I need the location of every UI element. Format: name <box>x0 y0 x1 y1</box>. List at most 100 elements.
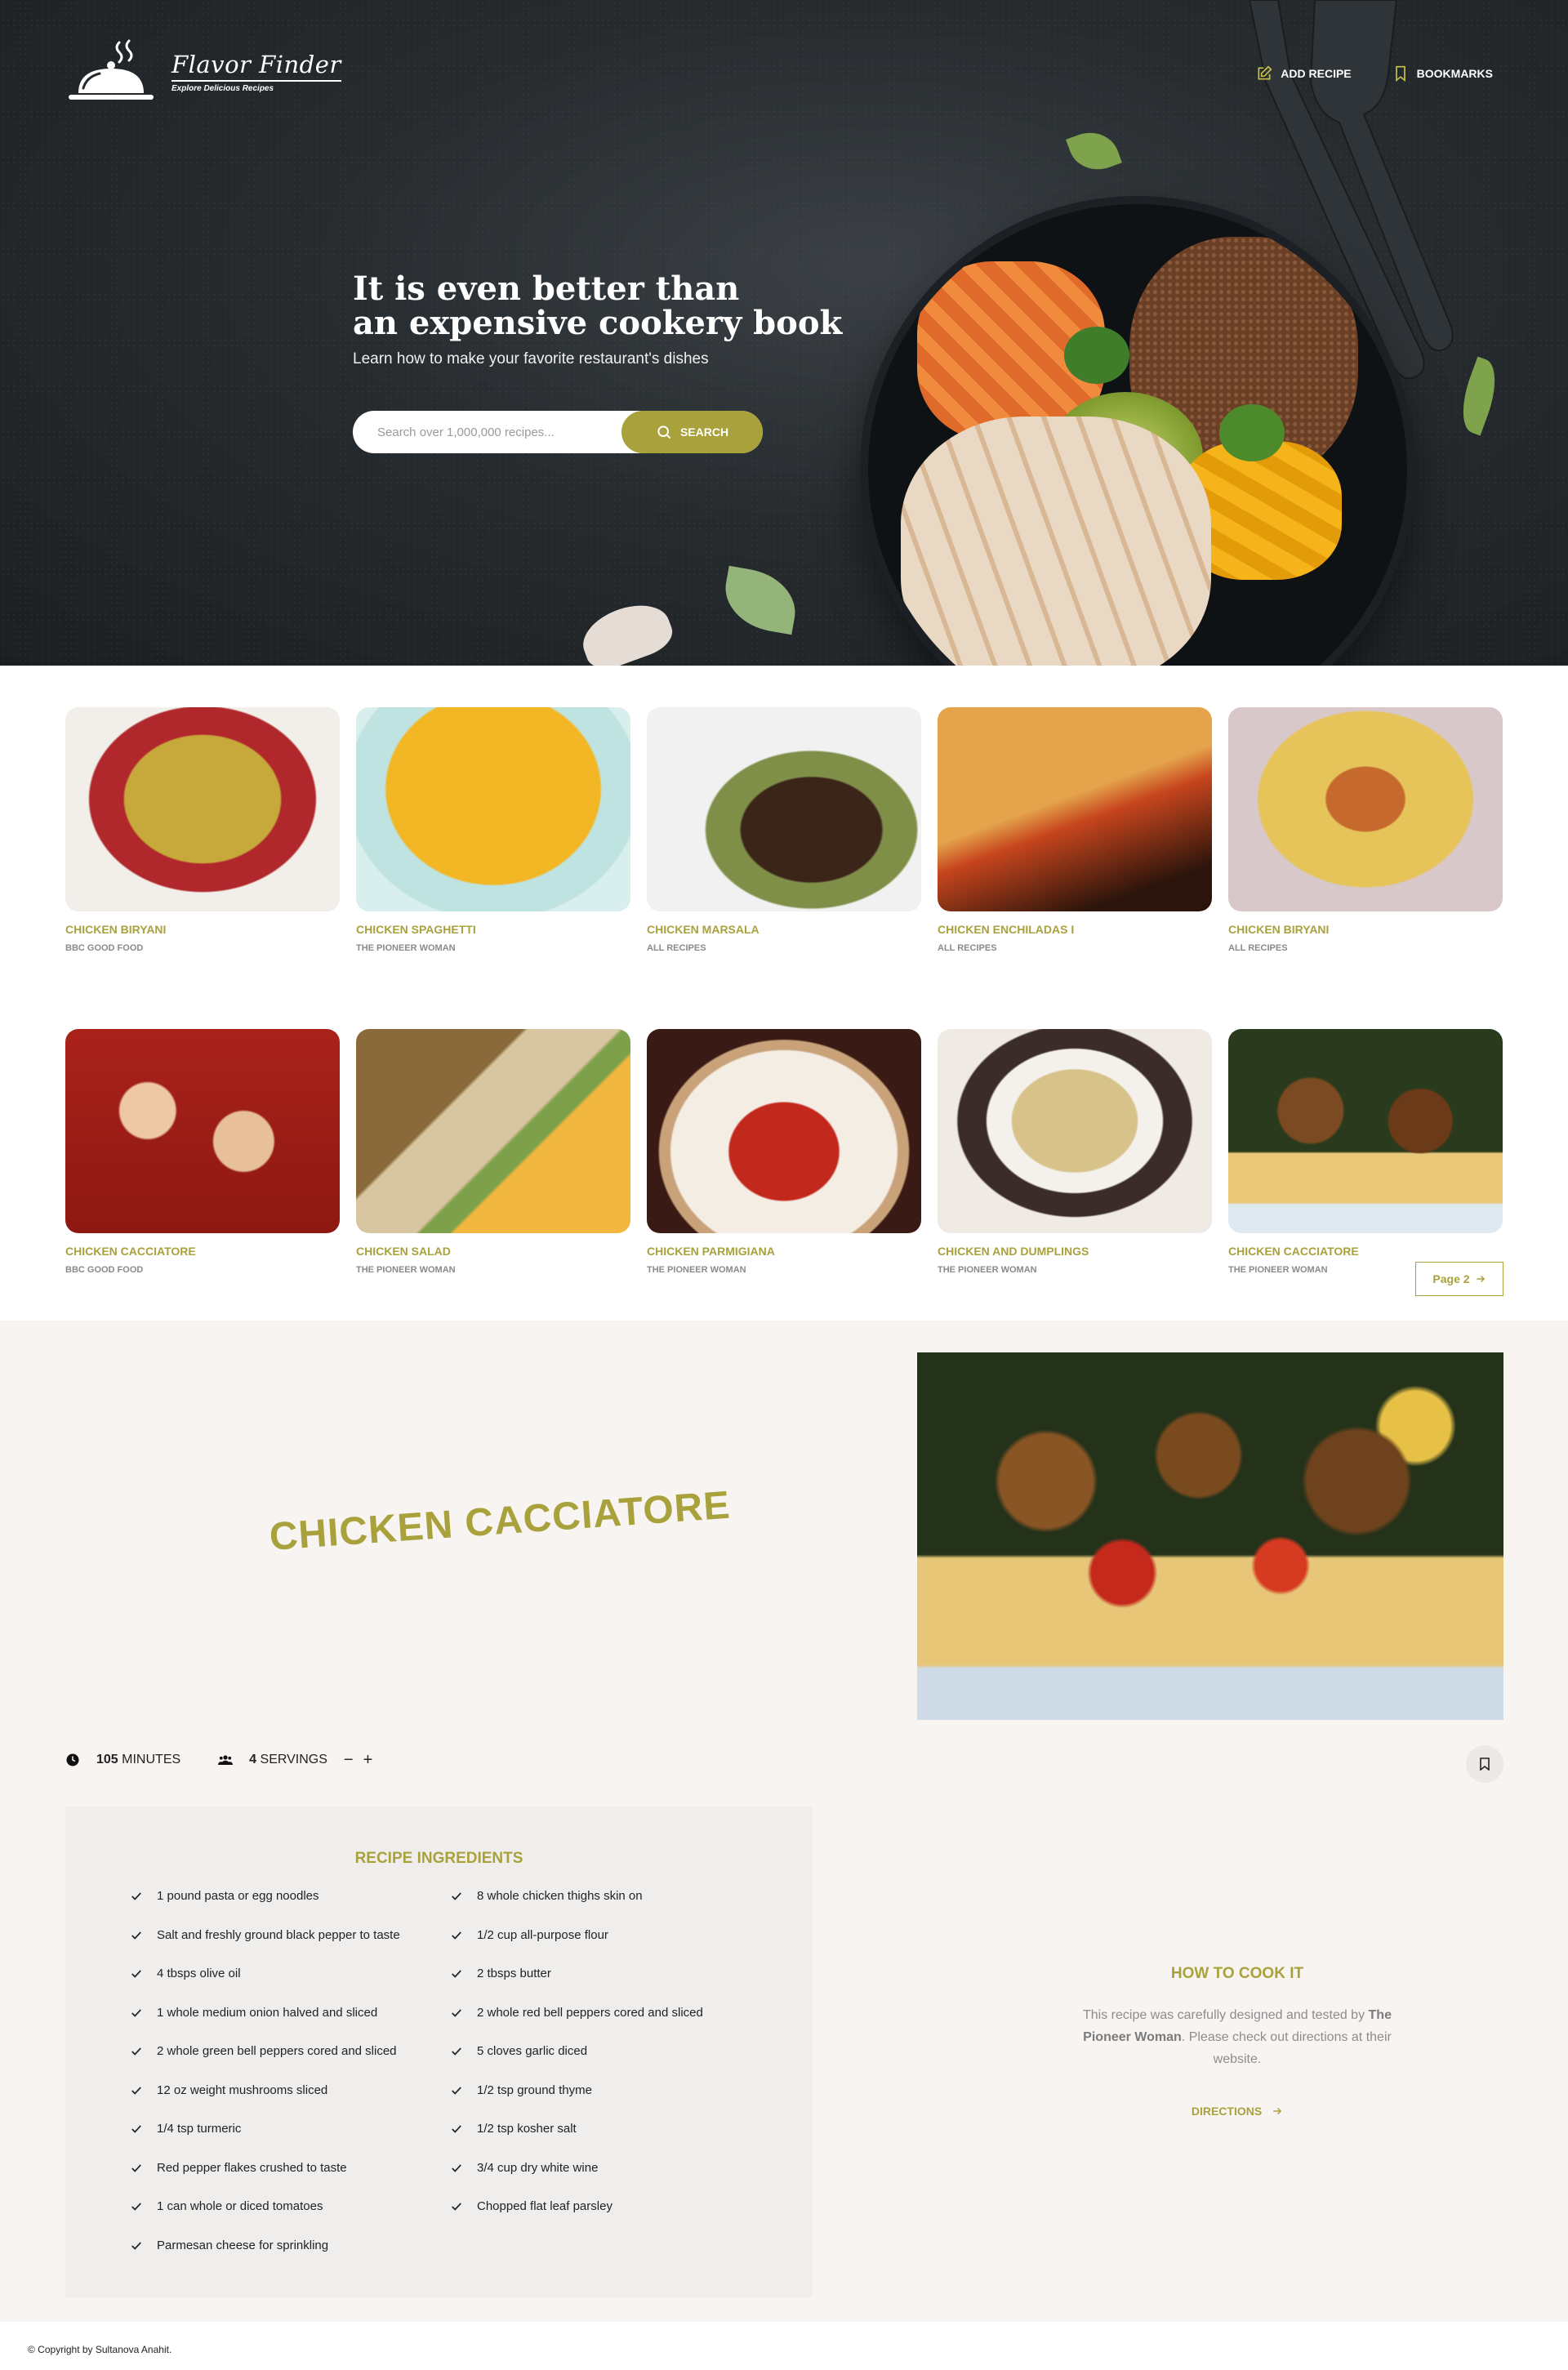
next-page-button[interactable]: Page 2 <box>1415 1262 1503 1296</box>
recipe-card[interactable]: CHICKEN ENCHILADAS I ALL RECIPES <box>938 707 1212 953</box>
search-form: SEARCH <box>353 411 763 453</box>
check-icon <box>131 2047 141 2056</box>
recipe-title: CHICKEN BIRYANI <box>1228 923 1330 936</box>
check-icon <box>131 2008 141 2017</box>
recipe-card[interactable]: CHICKEN SALAD THE PIONEER WOMAN <box>356 1029 630 1275</box>
search-input[interactable] <box>353 411 621 453</box>
increase-servings-button[interactable]: + <box>363 1752 373 1768</box>
ingredient-text: 2 whole green bell peppers cored and sli… <box>157 2044 397 2058</box>
clock-icon <box>66 1753 79 1766</box>
recipe-thumbnail <box>938 707 1212 911</box>
servings-unit: SERVINGS <box>260 1753 327 1766</box>
ingredient-text: 1 whole medium onion halved and sliced <box>157 2005 378 2020</box>
recipe-publisher: ALL RECIPES <box>647 943 706 953</box>
users-icon <box>218 1755 234 1765</box>
servings: 4 SERVINGS <box>218 1753 327 1767</box>
recipe-publisher: THE PIONEER WOMAN <box>356 943 456 953</box>
recipe-card[interactable]: CHICKEN CACCIATORE BBC GOOD FOOD <box>65 1029 340 1275</box>
ingredient-text: 1 can whole or diced tomatoes <box>157 2199 323 2213</box>
ingredients-title: RECIPE INGREDIENTS <box>354 1850 523 1867</box>
recipe-card[interactable]: CHICKEN BIRYANI BBC GOOD FOOD <box>65 707 340 953</box>
recipe-title: CHICKEN PARMIGIANA <box>647 1245 775 1258</box>
recipe-thumbnail <box>356 1029 630 1233</box>
ingredient-item: Chopped flat leaf parsley <box>451 2198 771 2238</box>
ingredient-item: 1/4 tsp turmeric <box>131 2121 451 2160</box>
recipe-detail-image <box>917 1352 1503 1720</box>
hero-banner: Flavor Finder Explore Delicious Recipes … <box>0 0 1568 666</box>
recipe-card[interactable]: CHICKEN SPAGHETTI THE PIONEER WOMAN <box>356 707 630 953</box>
recipe-title: CHICKEN AND DUMPLINGS <box>938 1245 1089 1258</box>
recipe-title: CHICKEN CACCIATORE <box>1228 1245 1359 1258</box>
recipe-publisher: ALL RECIPES <box>938 943 997 953</box>
ingredient-item: 1 whole medium onion halved and sliced <box>131 2005 451 2044</box>
search-button[interactable]: SEARCH <box>621 411 763 453</box>
check-icon <box>131 2241 141 2250</box>
recipe-thumbnail <box>356 707 630 911</box>
cook-time-unit: MINUTES <box>122 1753 181 1766</box>
check-icon <box>452 2086 461 2095</box>
check-icon <box>452 1931 461 1940</box>
brand-logo[interactable]: Flavor Finder Explore Delicious Recipes <box>64 38 341 108</box>
cloche-logo-icon <box>69 39 154 100</box>
directions-button[interactable]: DIRECTIONS <box>1192 2105 1283 2118</box>
ingredient-text: Parmesan cheese for sprinkling <box>157 2238 329 2252</box>
ingredient-text: 1/2 tsp kosher salt <box>477 2122 577 2136</box>
ingredient-item: Salt and freshly ground black pepper to … <box>131 1927 451 1967</box>
ingredient-item: 1/2 cup all-purpose flour <box>451 1927 771 1967</box>
ingredient-text: 12 oz weight mushrooms sliced <box>157 2083 328 2097</box>
recipe-thumbnail <box>65 1029 340 1233</box>
ingredient-item: 8 whole chicken thighs skin on <box>451 1888 771 1927</box>
add-recipe-label: ADD RECIPE <box>1281 67 1352 80</box>
recipe-title: CHICKEN MARSALA <box>647 923 760 936</box>
ingredient-item: 1/2 tsp kosher salt <box>451 2121 771 2160</box>
footer-copyright: © Copyright by Sultanova Anahit. <box>28 2344 172 2355</box>
ingredient-item: Parmesan cheese for sprinkling <box>131 2238 451 2277</box>
recipe-card[interactable]: CHICKEN BIRYANI ALL RECIPES <box>1228 707 1503 953</box>
how-to-cook-title: HOW TO COOK IT <box>1170 1965 1304 1982</box>
ingredient-item: 5 cloves garlic diced <box>451 2043 771 2083</box>
top-nav: ADD RECIPE BOOKMARKS <box>1256 65 1493 82</box>
recipe-thumbnail <box>938 1029 1212 1233</box>
ingredient-item: 12 oz weight mushrooms sliced <box>131 2083 451 2122</box>
recipe-card[interactable]: CHICKEN MARSALA ALL RECIPES <box>647 707 921 953</box>
recipe-publisher: ALL RECIPES <box>1228 943 1288 953</box>
hero-title-line-1: It is even better than <box>353 270 740 308</box>
check-icon <box>131 2203 141 2211</box>
ingredient-text: Chopped flat leaf parsley <box>477 2199 612 2213</box>
recipe-publisher: BBC GOOD FOOD <box>65 943 144 953</box>
recipe-publisher: THE PIONEER WOMAN <box>938 1265 1037 1275</box>
bookmark-icon <box>1395 65 1405 82</box>
recipe-card[interactable]: CHICKEN CACCIATORE THE PIONEER WOMAN <box>1228 1029 1503 1275</box>
hero-copy: It is even better than an expensive cook… <box>353 272 842 368</box>
recipe-title: CHICKEN ENCHILADAS I <box>938 923 1075 936</box>
next-page-label: Page 2 <box>1432 1272 1470 1285</box>
recipe-title: CHICKEN SALAD <box>356 1245 451 1258</box>
recipe-title: CHICKEN BIRYANI <box>65 923 167 936</box>
results-grid: CHICKEN BIRYANI BBC GOOD FOOD CHICKEN SP… <box>65 707 1503 1275</box>
directions-label: DIRECTIONS <box>1191 2105 1263 2118</box>
check-icon <box>131 1892 141 1900</box>
recipe-card[interactable]: CHICKEN PARMIGIANA THE PIONEER WOMAN <box>647 1029 921 1275</box>
cook-time-value: 105 <box>96 1753 118 1766</box>
ingredient-text: 2 whole red bell peppers cored and slice… <box>477 2005 703 2020</box>
how-to-cook-text: This recipe was carefully designed and t… <box>1062 2004 1413 2070</box>
check-icon <box>131 1931 141 1940</box>
decrease-servings-button[interactable]: − <box>344 1752 354 1768</box>
add-recipe-button[interactable]: ADD RECIPE <box>1256 65 1352 82</box>
recipe-thumbnail <box>647 1029 921 1233</box>
check-icon <box>452 2125 461 2133</box>
arrow-right-icon <box>1273 2107 1282 2115</box>
recipe-title: CHICKEN CACCIATORE <box>65 1245 196 1258</box>
recipe-card[interactable]: CHICKEN AND DUMPLINGS THE PIONEER WOMAN <box>938 1029 1212 1275</box>
bookmarks-button[interactable]: BOOKMARKS <box>1392 65 1493 82</box>
ingredient-item: 1/2 tsp ground thyme <box>451 2083 771 2122</box>
ingredient-text: 5 cloves garlic diced <box>477 2044 588 2058</box>
bookmarks-label: BOOKMARKS <box>1416 67 1493 80</box>
ingredient-text: 2 tbsps butter <box>477 1967 551 1980</box>
check-icon <box>452 1892 461 1900</box>
check-icon <box>131 1970 141 1978</box>
ingredient-item: Red pepper flakes crushed to taste <box>131 2160 451 2199</box>
bookmark-recipe-button[interactable] <box>1466 1745 1503 1783</box>
edit-icon <box>1258 65 1272 80</box>
ingredient-text: 3/4 cup dry white wine <box>477 2160 599 2175</box>
